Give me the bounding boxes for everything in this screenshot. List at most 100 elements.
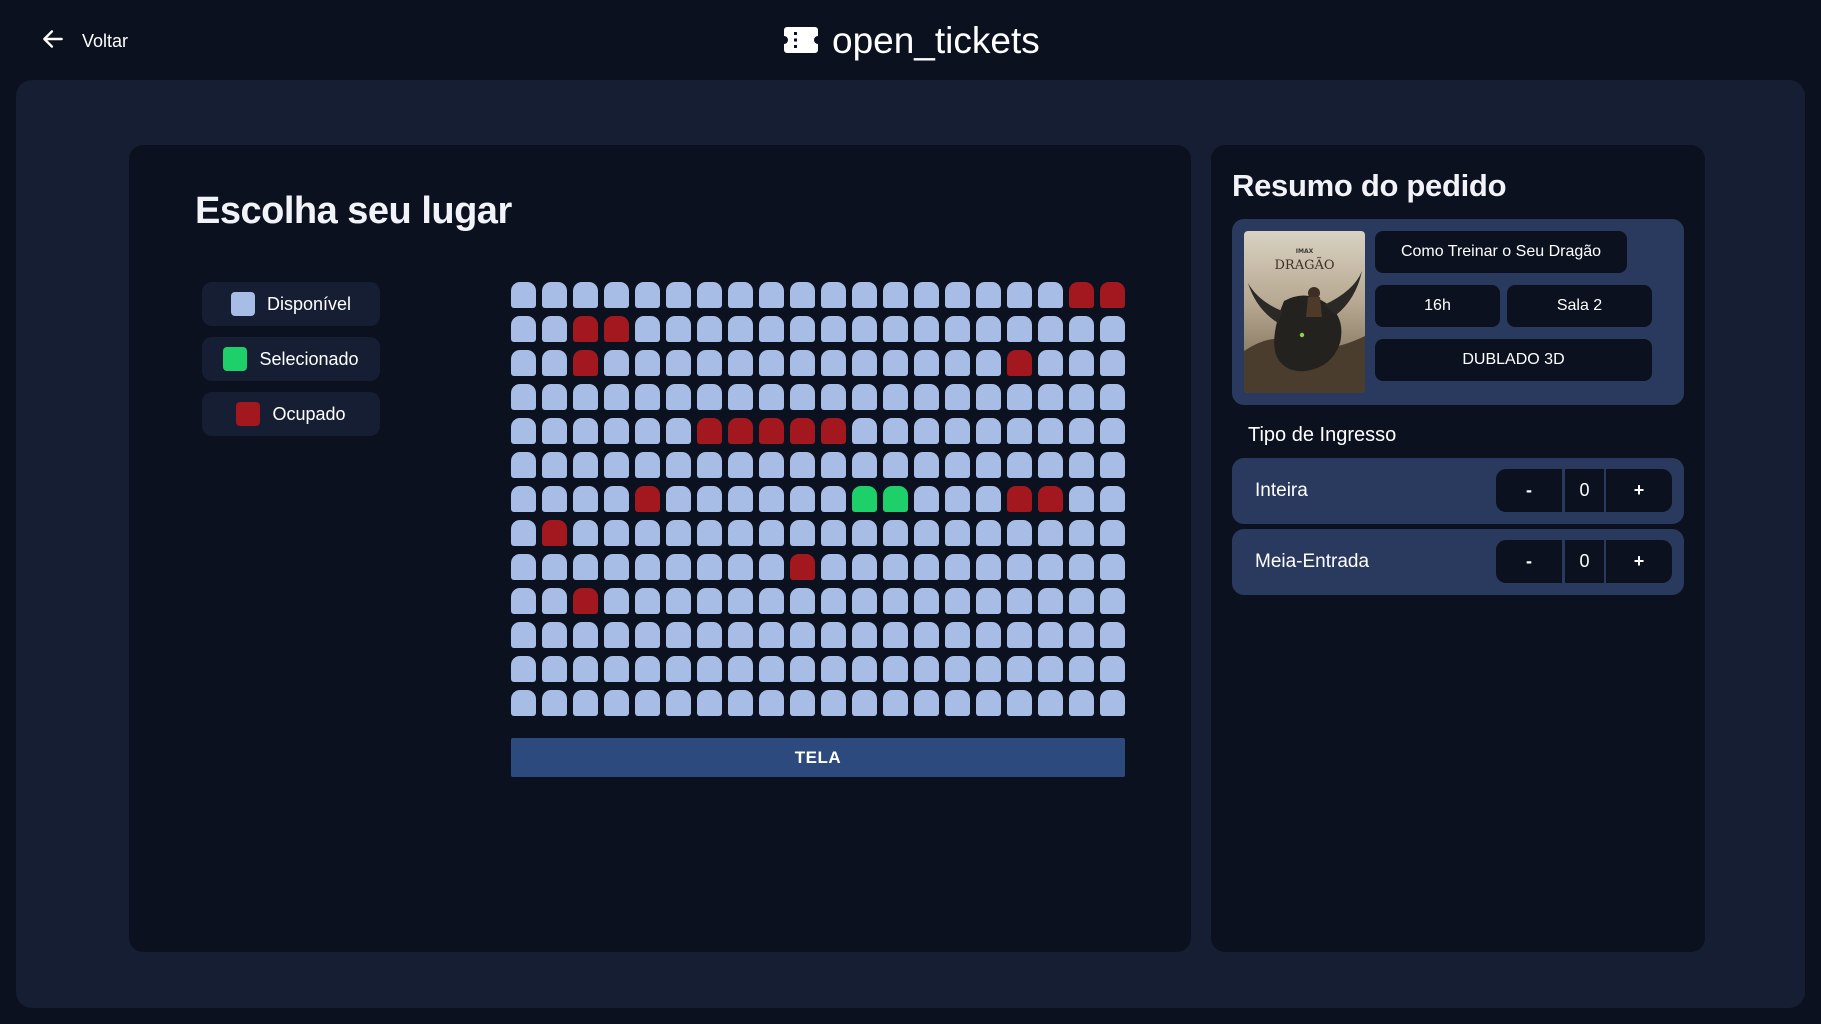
seat-available[interactable] <box>914 554 939 580</box>
seat-available[interactable] <box>976 520 1001 546</box>
seat-available[interactable] <box>821 282 846 308</box>
seat-available[interactable] <box>1038 554 1063 580</box>
seat-available[interactable] <box>759 350 784 376</box>
seat-available[interactable] <box>728 282 753 308</box>
seat-available[interactable] <box>1069 656 1094 682</box>
increment-button[interactable]: + <box>1606 469 1672 512</box>
seat-available[interactable] <box>635 452 660 478</box>
seat-available[interactable] <box>604 622 629 648</box>
seat-available[interactable] <box>728 486 753 512</box>
seat-available[interactable] <box>1100 350 1125 376</box>
seat-available[interactable] <box>945 520 970 546</box>
seat-available[interactable] <box>976 282 1001 308</box>
seat-available[interactable] <box>1100 316 1125 342</box>
seat-available[interactable] <box>1069 622 1094 648</box>
seat-available[interactable] <box>542 486 567 512</box>
seat-available[interactable] <box>511 520 536 546</box>
seat-available[interactable] <box>945 452 970 478</box>
seat-available[interactable] <box>604 588 629 614</box>
seat-available[interactable] <box>1100 588 1125 614</box>
seat-available[interactable] <box>542 316 567 342</box>
seat-available[interactable] <box>697 690 722 716</box>
seat-available[interactable] <box>1007 418 1032 444</box>
seat-available[interactable] <box>542 656 567 682</box>
seat-available[interactable] <box>883 690 908 716</box>
seat-available[interactable] <box>604 452 629 478</box>
seat-available[interactable] <box>573 486 598 512</box>
seat-available[interactable] <box>728 520 753 546</box>
seat-available[interactable] <box>573 282 598 308</box>
seat-available[interactable] <box>852 622 877 648</box>
seat-available[interactable] <box>511 656 536 682</box>
seat-available[interactable] <box>1038 622 1063 648</box>
seat-available[interactable] <box>635 622 660 648</box>
seat-available[interactable] <box>821 554 846 580</box>
seat-available[interactable] <box>1007 554 1032 580</box>
seat-available[interactable] <box>914 384 939 410</box>
seat-available[interactable] <box>511 486 536 512</box>
seat-available[interactable] <box>573 384 598 410</box>
seat-available[interactable] <box>1100 520 1125 546</box>
seat-available[interactable] <box>1038 588 1063 614</box>
seat-available[interactable] <box>945 282 970 308</box>
seat-available[interactable] <box>914 316 939 342</box>
seat-available[interactable] <box>697 622 722 648</box>
seat-available[interactable] <box>790 520 815 546</box>
seat-available[interactable] <box>945 554 970 580</box>
seat-available[interactable] <box>883 452 908 478</box>
seat-available[interactable] <box>604 418 629 444</box>
seat-available[interactable] <box>511 452 536 478</box>
seat-available[interactable] <box>1100 690 1125 716</box>
seat-available[interactable] <box>759 588 784 614</box>
seat-available[interactable] <box>883 554 908 580</box>
seat-available[interactable] <box>1100 622 1125 648</box>
seat-available[interactable] <box>852 282 877 308</box>
seat-available[interactable] <box>914 520 939 546</box>
seat-available[interactable] <box>635 316 660 342</box>
seat-available[interactable] <box>821 350 846 376</box>
seat-available[interactable] <box>1100 486 1125 512</box>
seat-available[interactable] <box>883 384 908 410</box>
seat-available[interactable] <box>511 350 536 376</box>
seat-available[interactable] <box>976 656 1001 682</box>
seat-available[interactable] <box>914 588 939 614</box>
seat-available[interactable] <box>821 520 846 546</box>
seat-available[interactable] <box>573 520 598 546</box>
seat-available[interactable] <box>1100 554 1125 580</box>
seat-available[interactable] <box>1069 384 1094 410</box>
seat-available[interactable] <box>1007 656 1032 682</box>
seat-available[interactable] <box>697 350 722 376</box>
seat-available[interactable] <box>635 384 660 410</box>
seat-available[interactable] <box>852 690 877 716</box>
seat-available[interactable] <box>976 486 1001 512</box>
seat-available[interactable] <box>542 282 567 308</box>
seat-available[interactable] <box>914 486 939 512</box>
seat-available[interactable] <box>604 350 629 376</box>
seat-available[interactable] <box>728 656 753 682</box>
seat-available[interactable] <box>914 656 939 682</box>
seat-available[interactable] <box>542 622 567 648</box>
seat-available[interactable] <box>728 384 753 410</box>
seat-available[interactable] <box>542 588 567 614</box>
seat-available[interactable] <box>945 690 970 716</box>
seat-available[interactable] <box>821 486 846 512</box>
seat-available[interactable] <box>852 316 877 342</box>
seat-available[interactable] <box>852 350 877 376</box>
seat-available[interactable] <box>790 486 815 512</box>
seat-available[interactable] <box>728 622 753 648</box>
seat-available[interactable] <box>1069 452 1094 478</box>
seat-available[interactable] <box>883 282 908 308</box>
seat-available[interactable] <box>511 554 536 580</box>
seat-available[interactable] <box>604 656 629 682</box>
seat-available[interactable] <box>635 282 660 308</box>
seat-available[interactable] <box>542 554 567 580</box>
seat-available[interactable] <box>666 656 691 682</box>
seat-available[interactable] <box>883 350 908 376</box>
seat-available[interactable] <box>635 350 660 376</box>
seat-available[interactable] <box>511 384 536 410</box>
seat-available[interactable] <box>821 588 846 614</box>
seat-available[interactable] <box>1007 452 1032 478</box>
seat-available[interactable] <box>759 520 784 546</box>
seat-available[interactable] <box>728 452 753 478</box>
seat-available[interactable] <box>1007 520 1032 546</box>
